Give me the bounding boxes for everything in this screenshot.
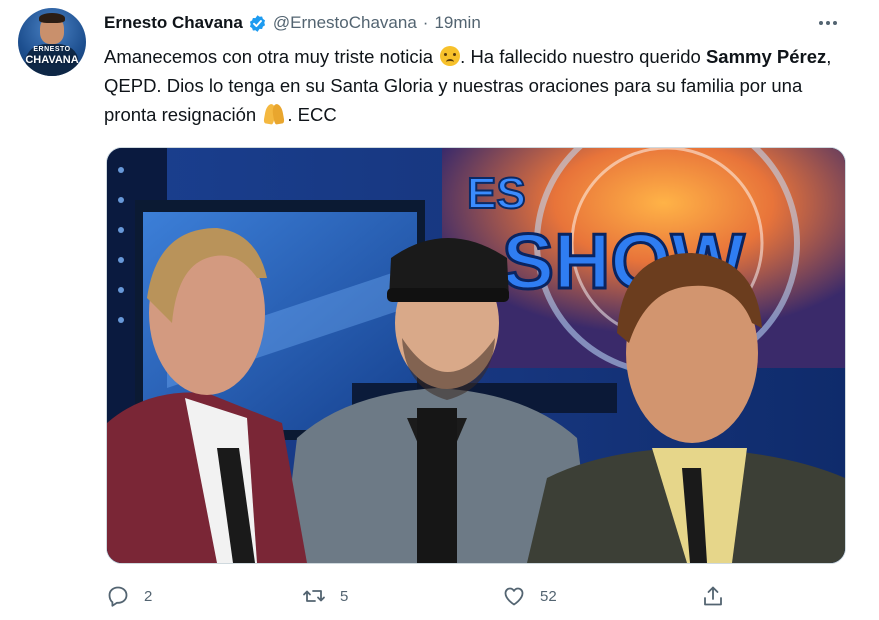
share-button[interactable] bbox=[701, 582, 739, 610]
tweet-text-part: Amanecemos con otra muy triste noticia bbox=[104, 46, 439, 67]
tweet: ERNESTO CHAVANA Ernesto Chavana @Ernesto… bbox=[0, 0, 879, 620]
sad-tear-emoji-icon bbox=[440, 46, 461, 66]
tweet-timestamp[interactable]: 19min bbox=[434, 13, 480, 33]
separator-dot: · bbox=[422, 13, 429, 32]
avatar-brand-bottom: CHAVANA bbox=[25, 54, 79, 66]
tweet-header: Ernesto Chavana @ErnestoChavana · 19min bbox=[104, 12, 481, 34]
like-count: 52 bbox=[540, 587, 557, 605]
avatar[interactable]: ERNESTO CHAVANA bbox=[18, 8, 86, 76]
tweet-text-part: . ECC bbox=[287, 104, 337, 125]
author-handle[interactable]: @ErnestoChavana bbox=[273, 13, 417, 33]
mentioned-name: Sammy Pérez bbox=[705, 46, 827, 67]
photo-scene: ES SHOW bbox=[107, 148, 845, 563]
tweet-text: Amanecemos con otra muy triste noticia .… bbox=[104, 42, 844, 129]
avatar-brand-top: ERNESTO bbox=[33, 46, 71, 53]
retweet-count: 5 bbox=[340, 587, 349, 605]
share-icon bbox=[704, 586, 722, 606]
like-button[interactable]: 52 bbox=[502, 582, 557, 610]
folded-hands-emoji-icon bbox=[263, 103, 286, 125]
author-name[interactable]: Ernesto Chavana bbox=[104, 13, 243, 33]
sign-text-es: ES bbox=[467, 169, 526, 218]
reply-count: 2 bbox=[144, 587, 153, 605]
heart-icon bbox=[504, 587, 524, 606]
tweet-text-part: . Ha fallecido nuestro querido bbox=[460, 46, 706, 67]
avatar-hair bbox=[39, 13, 65, 23]
verified-badge-icon bbox=[248, 14, 267, 33]
tweet-actions: 2 5 52 bbox=[0, 582, 879, 610]
reply-button[interactable]: 2 bbox=[106, 582, 152, 610]
tweet-photo[interactable]: ES SHOW bbox=[106, 147, 846, 564]
retweet-button[interactable]: 5 bbox=[302, 582, 348, 610]
more-options-icon[interactable] bbox=[819, 12, 841, 32]
retweet-icon bbox=[303, 590, 325, 602]
reply-icon bbox=[108, 586, 128, 607]
